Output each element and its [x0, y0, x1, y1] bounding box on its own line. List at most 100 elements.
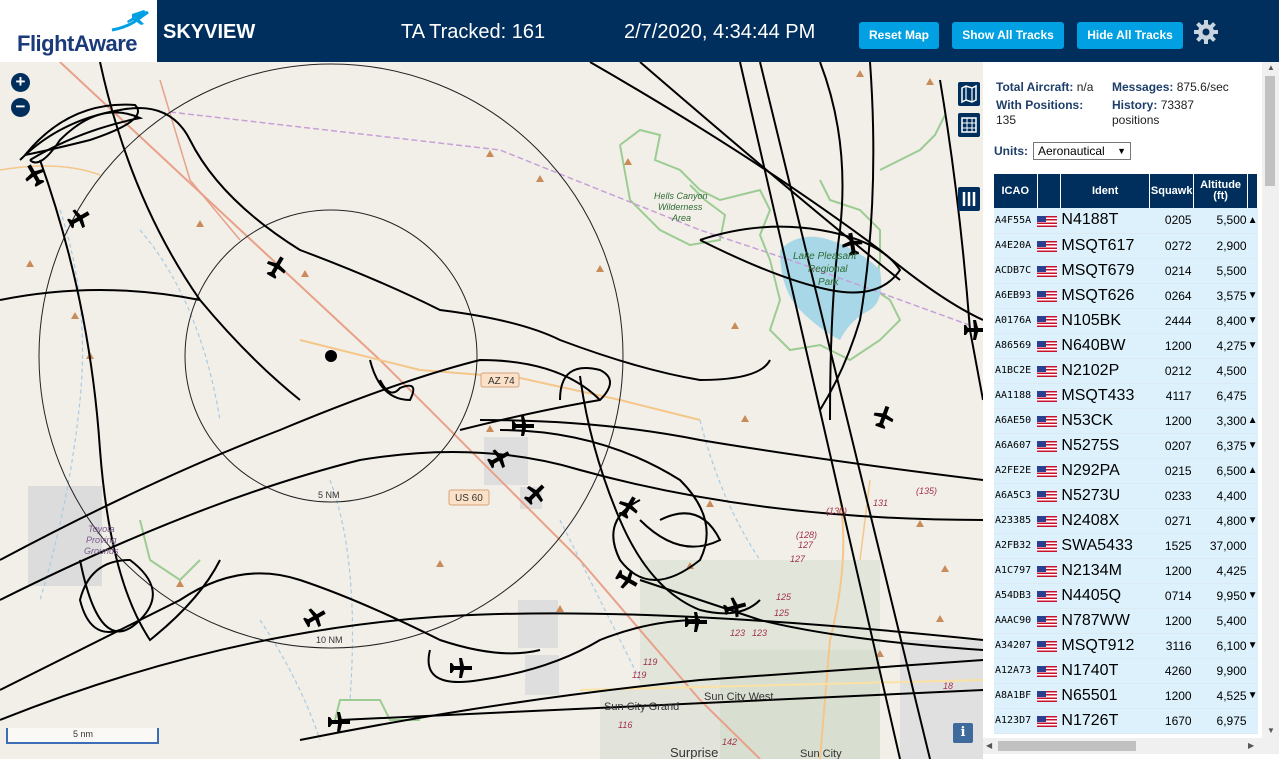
road-label-az74: AZ 74 [488, 376, 515, 387]
us-flag-icon [1037, 658, 1061, 684]
map-layers-icon[interactable] [958, 82, 980, 106]
scroll-left-icon[interactable]: ◀ [986, 741, 992, 750]
column-toggle-icon[interactable] [958, 187, 980, 211]
col-icao[interactable]: ICAO [994, 174, 1038, 208]
altitude-cell: 4,400 [1193, 483, 1248, 509]
scroll-down-icon[interactable]: ▼ [1267, 726, 1275, 735]
route-130: (130) [826, 506, 847, 516]
altitude-cell: 6,500 [1193, 458, 1248, 484]
us-flag-icon [1037, 641, 1057, 653]
us-flag-icon [1037, 391, 1057, 403]
us-flag-icon [1037, 633, 1061, 659]
positions-label: With Positions: [996, 98, 1084, 112]
altitude-trend-icon: ▼ [1247, 508, 1258, 534]
scale-label: 5 nm [72, 729, 93, 739]
altitude-trend-icon [1247, 533, 1258, 559]
zoom-in-button[interactable]: + [11, 73, 30, 92]
map-label-lake-3: Park [818, 277, 840, 288]
us-flag-icon [1037, 558, 1061, 584]
squawk-cell: 0233 [1149, 483, 1194, 509]
us-flag-icon [1037, 541, 1057, 553]
info-icon[interactable]: i [953, 723, 973, 743]
icao-cell: A8A1BF [994, 683, 1037, 709]
map-view[interactable]: Hells Canyon Wilderness Area Lake Pleasa… [0, 62, 983, 759]
ring-label-5nm: 5 NM [318, 490, 340, 500]
zoom-out-button[interactable]: − [11, 98, 30, 117]
col-ident[interactable]: Ident [1060, 174, 1151, 208]
aircraft-table[interactable]: ICAO Ident Squawk Altitude (ft) A4F55A N4… [994, 174, 1258, 736]
table-row[interactable]: A6A607 N5275S 0207 6,375 ▼ [994, 433, 1258, 459]
us-flag-icon [1037, 566, 1057, 578]
altitude-trend-icon: ▼ [1247, 633, 1258, 659]
table-row[interactable]: A1C797 N2134M 1200 4,425 [994, 558, 1258, 584]
us-flag-icon [1037, 366, 1057, 378]
ident-cell: MSQT912 [1060, 633, 1150, 659]
table-row[interactable]: A6A5C3 N5273U 0233 4,400 [994, 483, 1258, 509]
icao-cell: A6AE50 [994, 408, 1037, 434]
squawk-cell: 0272 [1149, 233, 1194, 259]
reset-map-button[interactable]: Reset Map [859, 22, 939, 49]
vertical-scrollbar[interactable]: ▲ ▼ [1262, 62, 1279, 738]
icao-cell: A1C797 [994, 558, 1037, 584]
altitude-cell: 4,500 [1193, 358, 1248, 384]
scroll-up-icon[interactable]: ▲ [1267, 63, 1275, 72]
altitude-cell: 9,950 [1193, 583, 1248, 609]
route-142: 142 [722, 737, 737, 747]
positions-stat: With Positions: 135 [996, 98, 1083, 128]
horizontal-scrollbar[interactable]: ◀ ▶ [983, 738, 1279, 754]
table-row[interactable]: A0176A N105BK 2444 8,400 ▼ [994, 308, 1258, 334]
altitude-cell: 5,400 [1193, 608, 1248, 634]
vertical-scroll-thumb[interactable] [1265, 76, 1275, 186]
us-flag-icon [1037, 591, 1057, 603]
table-row[interactable]: A34207 MSQT912 3116 6,100 ▼ [994, 633, 1258, 659]
us-flag-icon [1037, 341, 1057, 353]
table-row[interactable]: A123D7 N1726T 1670 6,975 [994, 708, 1258, 734]
table-row[interactable]: AAAC90 N787WW 1200 5,400 [994, 608, 1258, 634]
horizontal-scroll-thumb[interactable] [998, 741, 1136, 751]
ident-cell: N2408X [1060, 508, 1150, 534]
icao-cell: ACDB7C [994, 258, 1037, 284]
grid-toggle-icon[interactable] [958, 113, 980, 137]
table-row[interactable]: A6EB93 MSQT626 0264 3,575 ▼ [994, 283, 1258, 309]
altitude-cell: 6,375 [1193, 433, 1248, 459]
squawk-cell: 1200 [1149, 333, 1194, 359]
us-flag-icon [1037, 466, 1057, 478]
table-row[interactable]: A4E20A MSQT617 0272 2,900 [994, 233, 1258, 259]
ident-cell: N5275S [1060, 433, 1150, 459]
table-row[interactable]: A54DB3 N4405Q 0714 9,950 ▼ [994, 583, 1258, 609]
aircraft-panel: Total Aircraft: n/a With Positions: 135 … [983, 62, 1279, 759]
altitude-trend-icon: ▼ [1247, 683, 1258, 709]
altitude-trend-icon [1247, 358, 1258, 384]
table-row[interactable]: A23385 N2408X 0271 4,800 ▼ [994, 508, 1258, 534]
table-row[interactable]: A1BC2E N2102P 0212 4,500 [994, 358, 1258, 384]
us-flag-icon [1037, 441, 1057, 453]
units-select[interactable]: Aeronautical ▼ [1033, 142, 1131, 160]
table-row[interactable]: ACDB7C MSQT679 0214 5,500 [994, 258, 1258, 284]
map-label-wilderness: Wilderness [658, 202, 703, 212]
table-row[interactable]: A2FE2E N292PA 0215 6,500 ▲ [994, 458, 1258, 484]
squawk-cell: 4260 [1149, 658, 1194, 684]
us-flag-icon [1037, 383, 1061, 409]
table-row[interactable]: A86569 N640BW 1200 4,275 ▼ [994, 333, 1258, 359]
col-altitude[interactable]: Altitude (ft) [1193, 174, 1249, 208]
table-row[interactable]: A8A1BF N65501 1200 4,525 ▼ [994, 683, 1258, 709]
total-aircraft: Total Aircraft: n/a [996, 80, 1093, 95]
col-squawk[interactable]: Squawk [1149, 174, 1195, 208]
us-flag-icon [1037, 458, 1061, 484]
show-all-tracks-button[interactable]: Show All Tracks [952, 22, 1064, 49]
hide-all-tracks-button[interactable]: Hide All Tracks [1077, 22, 1183, 49]
flightaware-logo[interactable]: FlightAware [0, 0, 157, 62]
map-label-toyota-1: Toyota [88, 524, 115, 534]
icao-cell: A4E20A [994, 233, 1037, 259]
table-row[interactable]: AA1188 MSQT433 4117 6,475 [994, 383, 1258, 409]
gear-icon[interactable] [1193, 19, 1219, 45]
icao-cell: A54DB3 [994, 583, 1037, 609]
altitude-trend-icon: ▲ [1247, 408, 1258, 434]
table-row[interactable]: A4F55A N4188T 0205 5,500 ▲ [994, 208, 1258, 234]
table-row[interactable]: A6AE50 N53CK 1200 3,300 ▲ [994, 408, 1258, 434]
scroll-right-icon[interactable]: ▶ [1248, 741, 1254, 750]
us-flag-icon [1037, 291, 1057, 303]
table-row[interactable]: A12A73 N1740T 4260 9,900 [994, 658, 1258, 684]
col-flag[interactable] [1037, 174, 1061, 208]
table-row[interactable]: A2FB32 SWA5433 1525 37,000 [994, 533, 1258, 559]
